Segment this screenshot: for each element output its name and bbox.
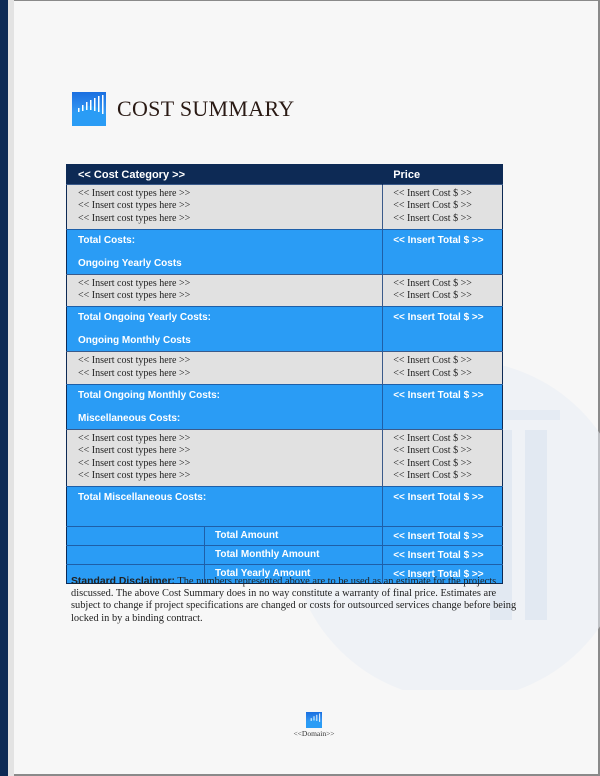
cost-price-cell: << Insert Cost $ >> << Insert Cost $ >> xyxy=(382,273,503,307)
cost-summary-table: << Cost Category >> Price << Insert cost… xyxy=(66,164,503,585)
cost-type-label: << Insert cost types here >> xyxy=(78,277,191,289)
grand-total-label: Total Amount xyxy=(215,530,279,542)
disclaimer-heading: Standard Disclaimer: xyxy=(71,576,175,587)
cost-type-label: << Insert cost types here >> xyxy=(78,290,191,302)
cost-price-value: << Insert Cost $ >> xyxy=(393,469,472,481)
building-columns-logo-icon xyxy=(306,712,322,728)
section-total-cell: Total Costs: Ongoing Yearly Costs xyxy=(66,228,383,275)
cost-items-row: << Insert cost types here >> << Insert co… xyxy=(66,273,503,307)
cost-items-row: << Insert cost types here >> << Insert co… xyxy=(66,351,503,385)
page-spine-shadow xyxy=(8,0,14,776)
cost-price-cell: << Insert Cost $ >> << Insert Cost $ >> <<… xyxy=(382,184,503,230)
table-header-row: << Cost Category >> Price xyxy=(66,164,503,185)
header-price: Price xyxy=(382,164,503,185)
section-total-value-cell: << Insert Total $ >> xyxy=(382,228,503,275)
cost-type-label: << Insert cost types here >> xyxy=(78,469,191,481)
cost-type-label: << Insert cost types here >> xyxy=(78,367,191,379)
cost-price-value: << Insert Cost $ >> xyxy=(393,290,472,302)
cost-type-label: << Insert cost types here >> xyxy=(78,212,191,224)
grand-total-row: Total Amount << Insert Total $ >> xyxy=(66,526,503,546)
section-heading: Ongoing Yearly Costs xyxy=(78,257,182,269)
cost-type-label: << Insert cost types here >> xyxy=(78,188,191,199)
document-header: COST SUMMARY xyxy=(72,92,294,126)
cost-type-label: << Insert cost types here >> xyxy=(78,200,191,212)
page-border-top xyxy=(0,0,600,1)
section-total-value: << Insert Total $ >> xyxy=(393,390,484,402)
cost-items-row: << Insert cost types here >> << Insert co… xyxy=(66,429,503,487)
cost-type-label: << Insert cost types here >> xyxy=(78,355,191,367)
cost-price-cell: << Insert Cost $ >> << Insert Cost $ >> <<… xyxy=(382,429,503,487)
building-columns-logo-icon xyxy=(72,92,106,126)
grand-total-value: << Insert Total $ >> xyxy=(382,526,503,546)
standard-disclaimer: Standard Disclaimer: The numbers represe… xyxy=(71,576,521,625)
cost-type-label: << Insert cost types here >> xyxy=(78,457,191,469)
section-total-label: Total Ongoing Monthly Costs: xyxy=(78,390,221,402)
cost-price-value: << Insert Cost $ >> xyxy=(393,457,472,469)
cost-type-label: << Insert cost types here >> xyxy=(78,433,191,445)
section-total-value-cell: << Insert Total $ >> xyxy=(382,486,503,527)
section-total-value-cell: << Insert Total $ >> xyxy=(382,306,503,352)
section-total-row: Total Miscellaneous Costs: << Insert Tota… xyxy=(66,486,503,527)
page-spine xyxy=(0,0,8,776)
section-total-value: << Insert Total $ >> xyxy=(393,312,484,324)
page-title: COST SUMMARY xyxy=(117,96,295,121)
grand-total-blank xyxy=(67,546,205,565)
cost-price-value: << Insert Cost $ >> xyxy=(393,367,472,379)
grand-total-row: Total Monthly Amount << Insert Total $ >> xyxy=(66,545,503,565)
cost-price-value: << Insert Cost $ >> xyxy=(393,212,472,224)
grand-total-label: Total Monthly Amount xyxy=(215,549,320,561)
grand-total-inner: Total Amount xyxy=(67,527,382,546)
grand-total-label-cell: Total Monthly Amount xyxy=(66,545,383,565)
cost-type-cell: << Insert cost types here >> << Insert co… xyxy=(66,429,383,487)
cost-type-label: << Insert cost types here >> xyxy=(78,445,191,457)
section-total-cell: Total Ongoing Yearly Costs: Ongoing Month… xyxy=(66,306,383,352)
cost-items-row: << Insert cost types here >> << Insert co… xyxy=(66,184,503,230)
cost-type-cell: << Insert cost types here >> << Insert co… xyxy=(66,273,383,307)
footer-domain: <<Domain>> xyxy=(293,729,335,738)
section-total-value: << Insert Total $ >> xyxy=(393,234,484,246)
section-total-row: Total Costs: Ongoing Yearly Costs << Inser… xyxy=(66,228,503,275)
section-total-label: Total Costs: xyxy=(78,234,136,246)
grand-total-value: << Insert Total $ >> xyxy=(382,545,503,565)
section-total-cell: Total Ongoing Monthly Costs: Miscellaneou… xyxy=(66,384,383,430)
section-heading: Ongoing Monthly Costs xyxy=(78,335,191,347)
section-total-row: Total Ongoing Yearly Costs: Ongoing Month… xyxy=(66,306,503,352)
grand-total-inner: Total Monthly Amount xyxy=(67,546,382,565)
grand-total-label-cell: Total Amount xyxy=(66,526,383,546)
cost-price-value: << Insert Cost $ >> xyxy=(393,355,472,367)
page-footer: <<Domain>> xyxy=(282,712,346,738)
cost-type-cell: << Insert cost types here >> << Insert co… xyxy=(66,184,383,230)
section-total-row: Total Ongoing Monthly Costs: Miscellaneou… xyxy=(66,384,503,430)
cost-price-value: << Insert Cost $ >> xyxy=(393,445,472,457)
grand-total-blank xyxy=(67,527,205,546)
section-total-label: Total Ongoing Yearly Costs: xyxy=(78,312,211,324)
header-cost-category: << Cost Category >> xyxy=(66,164,383,185)
section-total-cell: Total Miscellaneous Costs: xyxy=(66,486,383,527)
cost-price-cell: << Insert Cost $ >> << Insert Cost $ >> xyxy=(382,351,503,385)
section-total-value-cell: << Insert Total $ >> xyxy=(382,384,503,430)
cost-type-cell: << Insert cost types here >> << Insert co… xyxy=(66,351,383,385)
cost-price-value: << Insert Cost $ >> xyxy=(393,433,472,445)
cost-price-value: << Insert Cost $ >> xyxy=(393,200,472,212)
section-total-value: << Insert Total $ >> xyxy=(393,492,484,504)
section-total-label: Total Miscellaneous Costs: xyxy=(78,492,207,504)
section-heading: Miscellaneous Costs: xyxy=(78,413,181,425)
cost-price-value: << Insert Cost $ >> xyxy=(393,188,472,199)
cost-price-value: << Insert Cost $ >> xyxy=(393,277,472,289)
